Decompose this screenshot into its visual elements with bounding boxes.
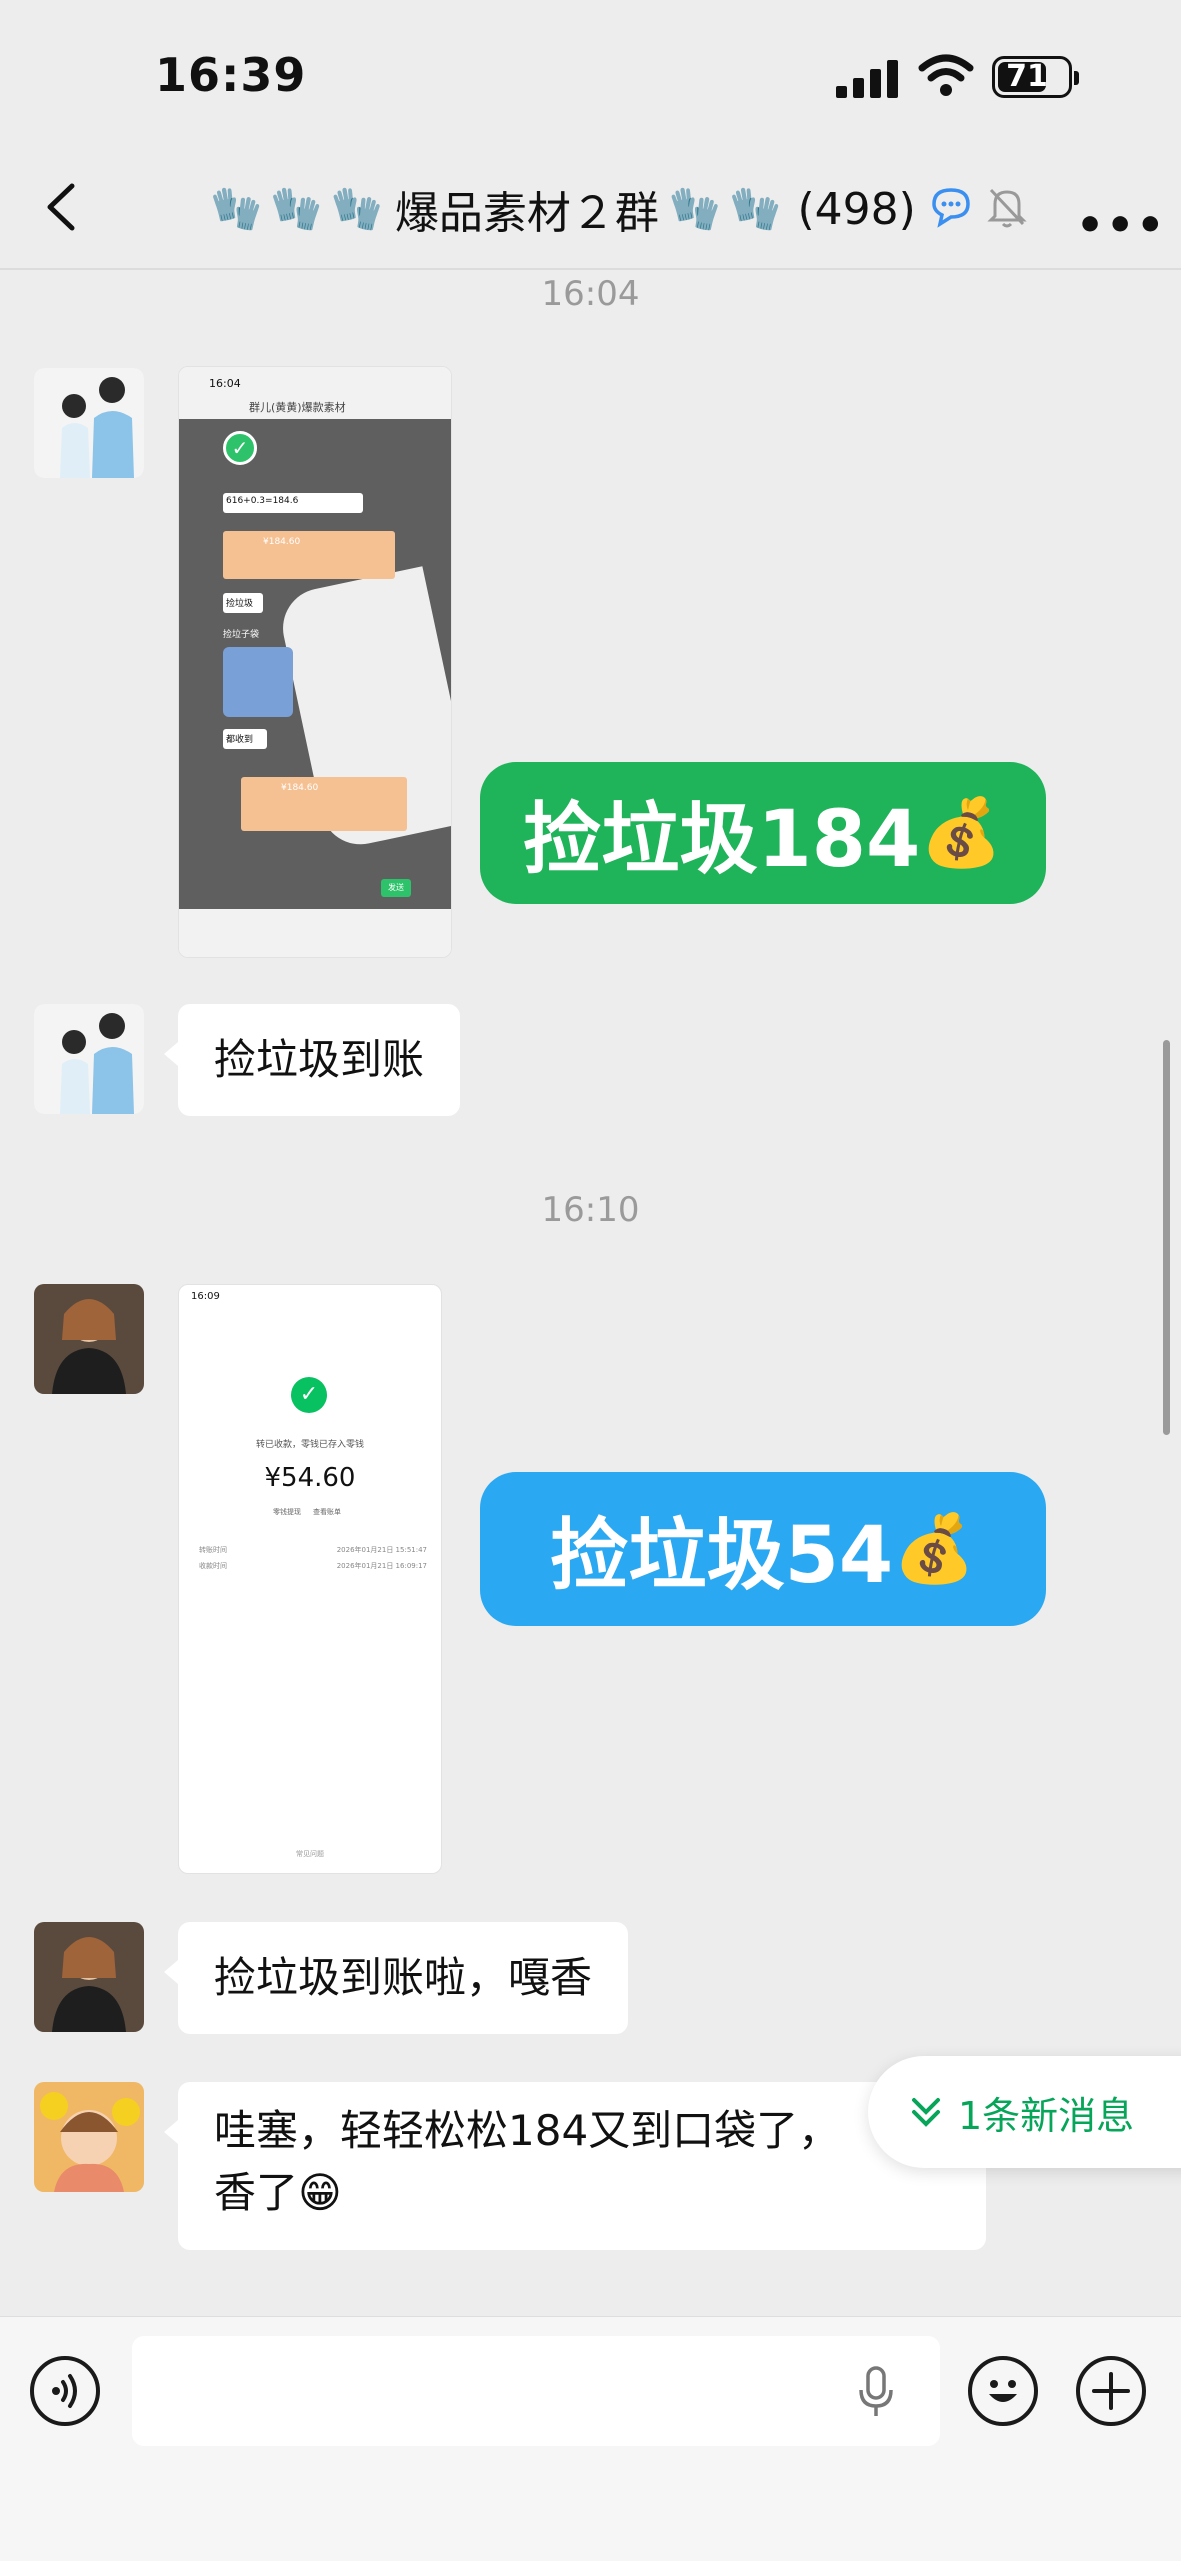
money-bag-icon: 💰 (920, 794, 1003, 871)
shot-transfer: ¥184.60 (223, 531, 395, 579)
message-text: 捡垃圾到账啦，嘎香 (214, 1953, 593, 2002)
nav-divider (0, 268, 1181, 270)
shot-row-label: 转账时间 (199, 1546, 227, 1554)
shot-row-label: 收款时间 (199, 1562, 227, 1570)
avatar[interactable] (34, 368, 144, 478)
more-icon[interactable]: ••• (1076, 200, 1166, 251)
shot-time: 16:04 (209, 377, 241, 390)
grin-emoji: 😁 (298, 2168, 342, 2217)
image-message[interactable]: 16:09 ✓ 转已收款，零钱已存入零钱 ¥54.60 零钱提现 查看账单 转账… (178, 1284, 442, 1874)
timestamp: 16:10 (541, 1190, 640, 1230)
shot-row-value: 2026年01月21日 16:09:17 (336, 1562, 427, 1570)
chevron-left-icon[interactable] (38, 182, 88, 232)
glove-icon: 🧤 (330, 184, 383, 233)
message-text: 哇塞，轻轻松松184又到口袋了， (214, 2106, 841, 2155)
wifi-icon (918, 54, 974, 96)
double-chevron-down-icon (912, 2098, 940, 2127)
glove-icon: 🧤 (270, 184, 323, 233)
shot-footer: 常见问题 (296, 1850, 324, 1858)
check-icon: ✓ (291, 1377, 327, 1413)
avatar[interactable] (34, 1004, 144, 1114)
shot-row-value: 2026年01月21日 15:51:47 (336, 1546, 427, 1554)
shot-transfer: ¥184.60 (241, 777, 407, 831)
glove-icon: 🧤 (668, 184, 722, 233)
message-text: 香了 (214, 2168, 299, 2217)
status-time: 16:39 (155, 48, 307, 102)
avatar[interactable] (34, 1922, 144, 2032)
sticker-text: 捡垃圾54 (550, 1511, 894, 1601)
text-message[interactable]: 哇塞，轻轻松松184又到口袋了， 香了😁 (164, 2082, 986, 2250)
new-messages-button[interactable]: 1条新消息 (868, 2056, 1181, 2168)
avatar[interactable] (34, 2082, 144, 2192)
shot-status: 转已收款，零钱已存入零钱 (255, 1440, 364, 1450)
shot-line: 都收到 (223, 729, 267, 749)
scrollbar[interactable] (1163, 1040, 1170, 1435)
new-messages-label: 1条新消息 (958, 2093, 1135, 2138)
shot-sub: 零钱提现 (273, 1508, 301, 1516)
shot-amount: ¥54.60 (264, 1463, 356, 1493)
message-input[interactable] (132, 2336, 940, 2446)
sticker-message[interactable]: 捡垃圾54 💰 (480, 1472, 1046, 1626)
timestamp: 16:04 (541, 274, 640, 314)
message-text: 捡垃圾到账 (214, 1035, 425, 1084)
text-message[interactable]: 捡垃圾到账 (163, 1004, 461, 1116)
battery-level: 71 (1006, 59, 1048, 94)
text-message[interactable]: 捡垃圾到账啦，嘎香 (163, 1922, 629, 2034)
glove-icon: 🧤 (729, 184, 782, 233)
image-message[interactable]: 16:04 群儿(黄黄)爆款素材 616+0.3=184.6 ¥184.60 捡… (178, 366, 452, 958)
emoji-icon[interactable] (968, 2356, 1038, 2426)
chat-title[interactable]: 🧤 🧤 🧤 爆品素材２群 🧤 🧤 (498) (210, 174, 916, 244)
shot-sub: 查看账单 (313, 1508, 341, 1516)
shot-line: 616+0.3=184.6 (223, 493, 363, 513)
shot-title: 群儿(黄黄)爆款素材 (249, 401, 346, 414)
voice-icon[interactable] (30, 2356, 100, 2426)
shot-send: 发送 (381, 879, 411, 897)
glove-icon: 🧤 (210, 184, 263, 233)
battery-cap (1074, 71, 1079, 85)
avatar[interactable] (34, 1284, 144, 1394)
shot-time: 16:09 (191, 1291, 220, 1302)
mic-icon[interactable] (856, 2364, 896, 2420)
member-count: (498) (797, 183, 916, 235)
battery-icon: 71 (992, 56, 1079, 98)
shot-label: 捡垃子袋 (223, 630, 260, 640)
sticker-text: 捡垃圾184 (523, 795, 921, 885)
mute-bell-icon (987, 188, 1027, 228)
sticker-message[interactable]: 捡垃圾184 💰 (480, 762, 1046, 904)
shot-line: 捡垃圾 (223, 593, 263, 613)
chat-bubble-icon (932, 188, 970, 228)
money-bag-icon: 💰 (893, 1510, 976, 1587)
plus-icon[interactable] (1076, 2356, 1146, 2426)
group-name: 爆品素材２群 (394, 188, 659, 239)
signal-icon (836, 58, 900, 98)
